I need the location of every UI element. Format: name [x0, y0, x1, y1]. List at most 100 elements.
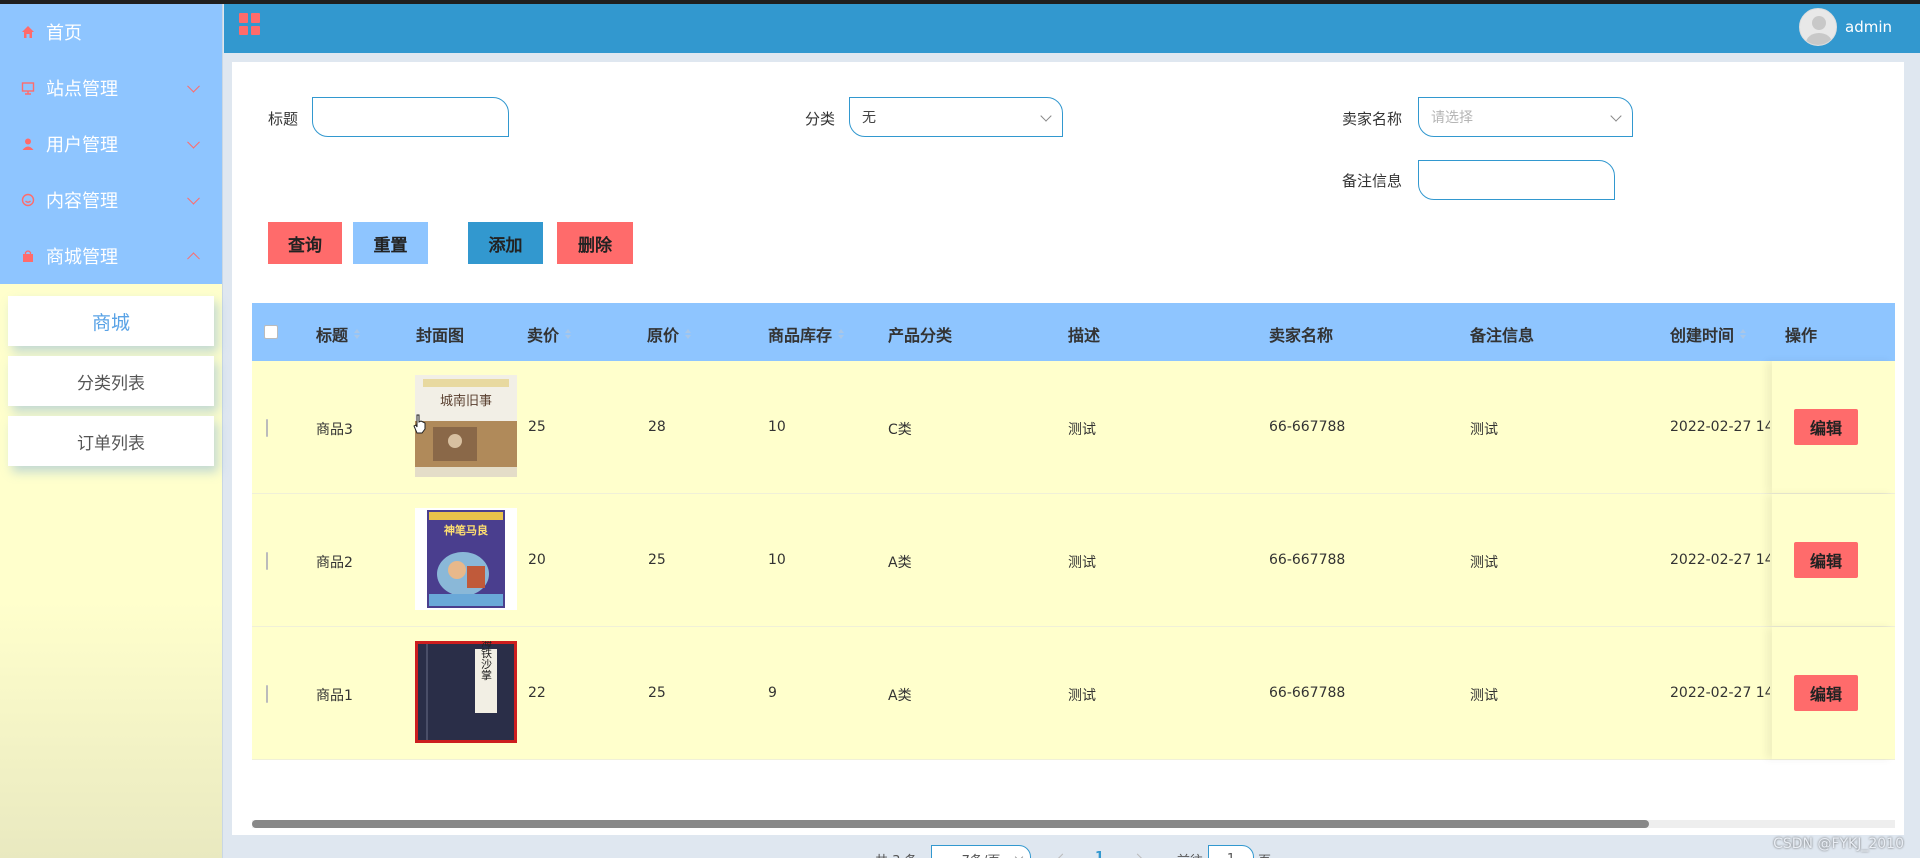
cell-seller: 66-667788: [1269, 685, 1346, 701]
cover-title-text: 神笔马良: [444, 523, 488, 537]
cell-remark: 测试: [1470, 555, 1498, 571]
cell-title: 商品3: [316, 422, 353, 438]
cell-original-price: 28: [648, 419, 666, 435]
cell-desc: 测试: [1068, 422, 1096, 438]
submenu-item-order-list[interactable]: 订单列表: [8, 416, 214, 466]
chevron-down-icon: [1610, 110, 1622, 122]
seller-select[interactable]: 请选择: [1418, 97, 1633, 137]
sort-icon[interactable]: [838, 329, 845, 339]
avatar[interactable]: [1799, 8, 1837, 46]
sidebar-item-site[interactable]: 站点管理: [0, 60, 222, 116]
cell-price: 20: [528, 552, 546, 568]
add-button[interactable]: 添加: [468, 222, 543, 264]
cover-title-text: 城南旧事: [440, 393, 492, 409]
edit-button[interactable]: 编辑: [1794, 409, 1858, 445]
content-panel: 标题 分类 无 卖家名称 请选择 备注信息 查询 重置 添加 删除 标题 封面图: [232, 62, 1904, 858]
cell-category: A类: [888, 555, 912, 571]
category-select[interactable]: 无: [849, 97, 1063, 137]
page-size-select[interactable]: 7条/页: [931, 845, 1031, 858]
sidebar-item-label: 首页: [46, 23, 82, 44]
chevron-up-icon: [187, 252, 200, 266]
sidebar-item-home[interactable]: 首页: [0, 4, 222, 60]
sort-icon[interactable]: [685, 329, 692, 339]
column-header-category: 产品分类: [888, 326, 953, 345]
column-header-seller: 卖家名称: [1269, 326, 1334, 345]
scrollbar-thumb[interactable]: [252, 820, 1649, 828]
column-header-title[interactable]: 标题: [316, 322, 361, 346]
table-row[interactable]: 商品2 神笔马良 20 25 10 A类 测试 66-667788 测试 202…: [252, 494, 1895, 627]
cell-seller: 66-667788: [1269, 552, 1346, 568]
chevron-down-icon: [187, 135, 200, 149]
content-icon: [20, 192, 36, 208]
cell-stock: 9: [768, 685, 777, 701]
goto-page-input[interactable]: 1: [1208, 845, 1254, 858]
edit-button[interactable]: 编辑: [1794, 675, 1858, 711]
hand-cursor-icon: [413, 414, 426, 434]
home-icon: [20, 24, 36, 40]
cover-title-text: 五海铁沙掌: [480, 641, 493, 681]
cell-remark: 测试: [1470, 422, 1498, 438]
cell-seller: 66-667788: [1269, 419, 1346, 435]
prev-page-icon[interactable]: [1057, 853, 1068, 858]
user-menu[interactable]: admin: [1799, 8, 1892, 46]
page-number-current[interactable]: 1: [1095, 850, 1104, 858]
chevron-down-icon: [1014, 852, 1024, 858]
column-header-stock[interactable]: 商品库存: [768, 322, 845, 346]
sidebar-menu: 首页 站点管理 用户管理 内容管理 商城管理: [0, 4, 222, 284]
select-all-checkbox[interactable]: [264, 325, 278, 339]
table-header: 标题 封面图 卖价 原价 商品库存 产品分类 描述 卖家名称 备注信息 创建时间…: [252, 303, 1895, 361]
chevron-down-icon: [187, 191, 200, 205]
next-page-icon[interactable]: [1132, 853, 1143, 858]
column-header-created[interactable]: 创建时间: [1670, 322, 1747, 346]
row-checkbox[interactable]: [266, 685, 268, 703]
cell-price: 22: [528, 685, 546, 701]
top-header: admin: [224, 4, 1920, 53]
remark-label: 备注信息: [1342, 172, 1403, 190]
monitor-icon: [20, 80, 36, 96]
submenu-item-mall[interactable]: 商城: [8, 296, 214, 346]
sidebar-item-mall[interactable]: 商城管理: [0, 228, 222, 284]
sort-icon[interactable]: [1740, 329, 1747, 339]
category-label: 分类: [805, 110, 836, 128]
title-label: 标题: [268, 110, 299, 128]
row-checkbox[interactable]: [266, 552, 268, 570]
pagination: 共 3 条 7条/页 1 前往 1 页: [232, 845, 1904, 858]
sort-icon[interactable]: [565, 329, 572, 339]
delete-button[interactable]: 删除: [557, 222, 633, 264]
cell-stock: 10: [768, 419, 786, 435]
column-header-cover: 封面图: [416, 326, 465, 345]
table-row[interactable]: 商品3 城南旧事 25 28 10 C类 测试 66-667788 测试 202…: [252, 361, 1895, 494]
sidebar-submenu: 商城 分类列表 订单列表: [0, 284, 222, 486]
column-header-action: 操作: [1785, 326, 1818, 345]
bag-icon: [20, 248, 36, 264]
cell-stock: 10: [768, 552, 786, 568]
column-header-original-price[interactable]: 原价: [647, 322, 692, 346]
cell-original-price: 25: [648, 552, 666, 568]
edit-button[interactable]: 编辑: [1794, 542, 1858, 578]
goto-label: 前往: [1177, 850, 1203, 858]
sidebar-item-label: 用户管理: [46, 135, 118, 156]
sidebar-item-content[interactable]: 内容管理: [0, 172, 222, 228]
query-button[interactable]: 查询: [268, 222, 342, 264]
cell-category: C类: [888, 422, 912, 438]
table-row[interactable]: 商品1 五海铁沙掌 22 25 9 A类 测试 66-667788 测试 202…: [252, 627, 1895, 760]
sidebar-item-label: 商城管理: [46, 247, 118, 268]
submenu-item-category-list[interactable]: 分类列表: [8, 356, 214, 406]
reset-button[interactable]: 重置: [353, 222, 428, 264]
chevron-down-icon: [187, 79, 200, 93]
grid-menu-icon[interactable]: [239, 13, 261, 35]
cell-desc: 测试: [1068, 555, 1096, 571]
sidebar-item-label: 站点管理: [46, 79, 118, 100]
sidebar-item-users[interactable]: 用户管理: [0, 116, 222, 172]
column-header-price[interactable]: 卖价: [527, 322, 572, 346]
cell-desc: 测试: [1068, 688, 1096, 704]
user-icon: [20, 136, 36, 152]
remark-input[interactable]: [1418, 160, 1615, 200]
title-input[interactable]: [312, 97, 509, 137]
horizontal-scrollbar[interactable]: [252, 820, 1895, 828]
cover-image: 神笔马良: [415, 508, 517, 610]
cover-image: 城南旧事: [415, 375, 517, 477]
sort-icon[interactable]: [354, 329, 361, 339]
cell-original-price: 25: [648, 685, 666, 701]
row-checkbox[interactable]: [266, 419, 268, 437]
